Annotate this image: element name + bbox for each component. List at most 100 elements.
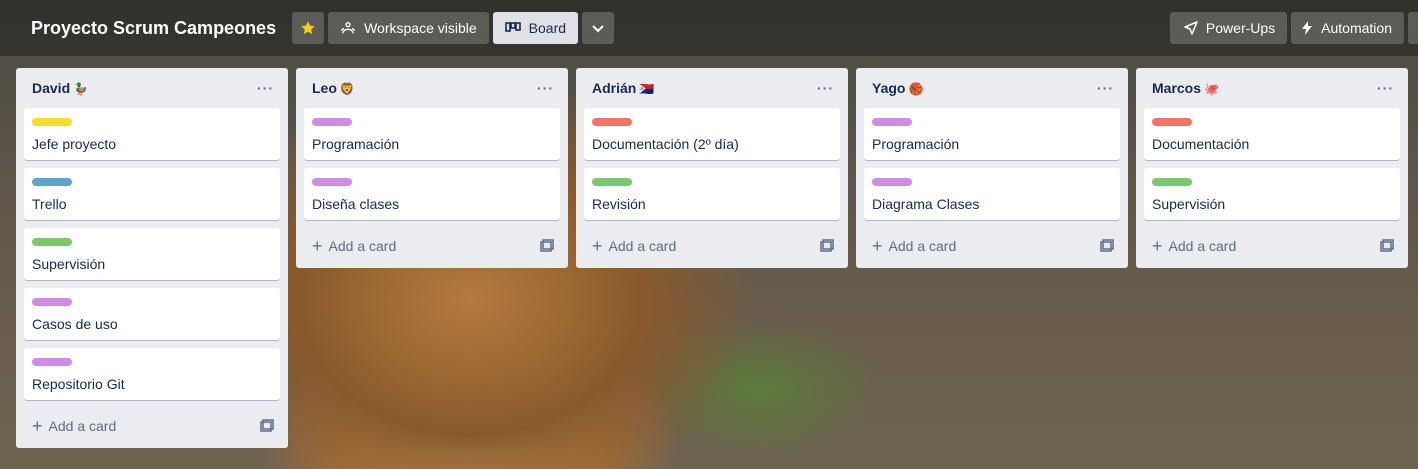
automation-label: Automation <box>1321 20 1392 36</box>
list-leo: Leo 🦁 ··· Programación Diseña clases + Add… <box>296 68 568 268</box>
list-menu-icon[interactable]: ··· <box>1377 80 1394 96</box>
list-title: Yago 🏀 <box>872 80 924 96</box>
card-title: Documentación <box>1152 136 1250 152</box>
list-yago: Yago 🏀 ··· Programación Diagrama Clases +… <box>856 68 1128 268</box>
list-footer: + Add a card <box>1144 228 1400 264</box>
powerups-button[interactable]: Power-Ups <box>1169 12 1288 44</box>
card[interactable]: Supervisión <box>24 228 280 280</box>
add-card-label: Add a card <box>48 418 117 434</box>
card[interactable]: Diseña clases <box>304 168 560 220</box>
plus-icon: + <box>872 236 883 256</box>
list-david: David 🦆 ··· Jefe proyecto Trello Supervis… <box>16 68 288 448</box>
basketball-icon: 🏀 <box>908 82 924 96</box>
template-icon[interactable] <box>1100 239 1114 253</box>
card-label[interactable] <box>1152 118 1192 126</box>
automation-button[interactable]: Automation <box>1291 12 1404 44</box>
card-label[interactable] <box>592 118 632 126</box>
board-icon <box>504 22 521 32</box>
card[interactable]: Diagrama Clases <box>864 168 1120 220</box>
star-button[interactable] <box>292 12 325 44</box>
plus-icon: + <box>312 236 323 256</box>
list-header[interactable]: Leo 🦁 ··· <box>304 68 560 108</box>
card-label[interactable] <box>312 178 352 186</box>
chevron-down-icon <box>592 25 604 33</box>
view-switcher-button[interactable] <box>582 12 615 44</box>
template-icon[interactable] <box>820 239 834 253</box>
visibility-label: Workspace visible <box>364 20 477 36</box>
list-footer: + Add a card <box>584 228 840 264</box>
list-adrian: Adrián 🇸🇽 ··· Documentación (2º día) Revi… <box>576 68 848 268</box>
card-label[interactable] <box>312 118 352 126</box>
plus-icon: + <box>592 236 603 256</box>
card-title: Documentación (2º día) <box>592 136 739 152</box>
star-icon <box>301 21 315 35</box>
card-label[interactable] <box>32 238 72 246</box>
plus-icon: + <box>32 416 43 436</box>
card[interactable]: Jefe proyecto <box>24 108 280 160</box>
add-card-label: Add a card <box>328 238 397 254</box>
board-header: Proyecto Scrum Campeones Workspace visib… <box>0 0 1418 56</box>
card-label[interactable] <box>1152 178 1192 186</box>
list-marcos: Marcos 🐙 ··· Documentación Supervisión + A… <box>1136 68 1408 268</box>
card-title: Casos de uso <box>32 316 118 332</box>
card-title: Supervisión <box>1152 196 1226 212</box>
card[interactable]: Programación <box>304 108 560 160</box>
list-title: Leo 🦁 <box>312 80 355 96</box>
card-label[interactable] <box>872 178 912 186</box>
board-view-button[interactable]: Board <box>492 12 579 44</box>
plus-icon: + <box>1152 236 1163 256</box>
add-card-button[interactable]: + Add a card <box>872 236 957 256</box>
card-label[interactable] <box>872 118 912 126</box>
more-header-button[interactable] <box>1408 12 1418 44</box>
duck-icon: 🦆 <box>73 82 89 96</box>
list-footer: + Add a card <box>864 228 1120 264</box>
list-title: Marcos 🐙 <box>1152 80 1219 96</box>
list-header[interactable]: Adrián 🇸🇽 ··· <box>584 68 840 108</box>
board-title[interactable]: Proyecto Scrum Campeones <box>16 12 292 44</box>
card[interactable]: Programación <box>864 108 1120 160</box>
visibility-button[interactable]: Workspace visible <box>328 12 489 44</box>
card-title: Diseña clases <box>312 196 400 212</box>
card-title: Programación <box>312 136 400 152</box>
add-card-label: Add a card <box>1168 238 1237 254</box>
list-title: Adrián 🇸🇽 <box>592 80 655 96</box>
card[interactable]: Repositorio Git <box>24 348 280 400</box>
card-label[interactable] <box>32 358 72 366</box>
list-menu-icon[interactable]: ··· <box>1097 80 1114 96</box>
card-title: Programación <box>872 136 960 152</box>
template-icon[interactable] <box>540 239 554 253</box>
flag-icon: 🇸🇽 <box>639 82 655 96</box>
add-card-button[interactable]: + Add a card <box>592 236 676 256</box>
card[interactable]: Trello <box>24 168 280 220</box>
add-card-button[interactable]: + Add a card <box>312 236 397 256</box>
people-icon <box>340 21 356 34</box>
list-header[interactable]: Yago 🏀 ··· <box>864 68 1120 108</box>
add-card-button[interactable]: + Add a card <box>1152 236 1237 256</box>
card-label[interactable] <box>32 118 72 126</box>
add-card-label: Add a card <box>888 238 957 254</box>
card[interactable]: Revisión <box>584 168 840 220</box>
card-label[interactable] <box>592 178 632 186</box>
card-title: Supervisión <box>32 256 106 272</box>
list-menu-icon[interactable]: ··· <box>537 80 554 96</box>
card-title: Revisión <box>592 196 646 212</box>
template-icon[interactable] <box>260 419 274 433</box>
template-icon[interactable] <box>1380 239 1394 253</box>
powerups-label: Power-Ups <box>1205 20 1276 36</box>
card[interactable]: Supervisión <box>1144 168 1400 220</box>
card[interactable]: Documentación (2º día) <box>584 108 840 160</box>
list-header[interactable]: Marcos 🐙 ··· <box>1144 68 1400 108</box>
add-card-button[interactable]: + Add a card <box>32 416 117 436</box>
card-label[interactable] <box>32 298 72 306</box>
card-title: Repositorio Git <box>32 376 125 392</box>
card[interactable]: Casos de uso <box>24 288 280 340</box>
card-label[interactable] <box>32 178 72 186</box>
lightning-icon <box>1302 21 1313 35</box>
list-menu-icon[interactable]: ··· <box>817 80 834 96</box>
list-header[interactable]: David 🦆 ··· <box>24 68 280 108</box>
list-menu-icon[interactable]: ··· <box>257 80 274 96</box>
board-view-label: Board <box>528 20 567 36</box>
rocket-icon <box>1184 21 1198 35</box>
card[interactable]: Documentación <box>1144 108 1400 160</box>
list-footer: + Add a card <box>24 408 280 444</box>
